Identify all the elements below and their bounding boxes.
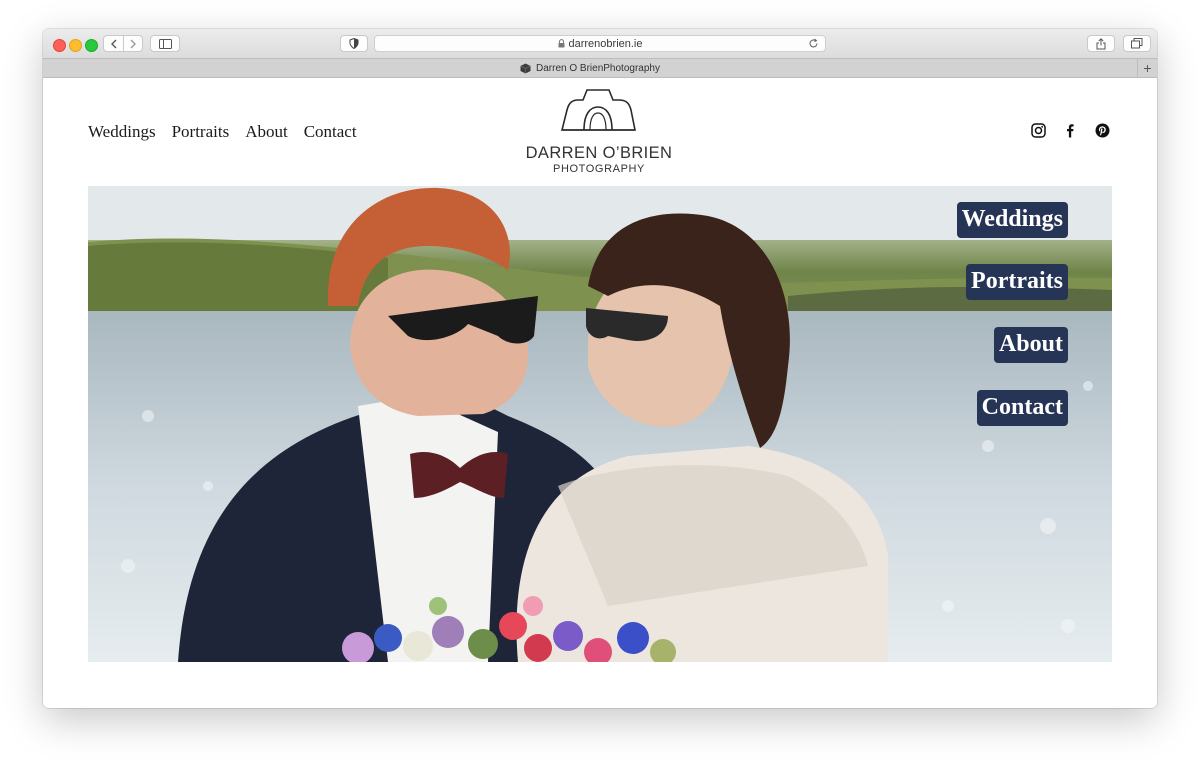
hero-image: Weddings Portraits About Contact xyxy=(88,186,1112,662)
share-icon xyxy=(1096,37,1106,49)
couple-photo-illustration xyxy=(88,186,1112,662)
url-text: darrenobrien.ie xyxy=(568,37,643,50)
address-bar[interactable]: darrenobrien.ie xyxy=(374,35,826,52)
web-page: Weddings Portraits About Contact DARREN … xyxy=(43,78,1157,708)
chevron-left-icon xyxy=(110,39,116,48)
tabs-icon xyxy=(1131,38,1143,49)
tab-darren-obrien[interactable]: Darren O BrienPhotography xyxy=(43,59,1137,77)
share-button[interactable] xyxy=(1087,35,1115,52)
minimize-window-button[interactable] xyxy=(69,39,82,52)
back-button[interactable] xyxy=(103,35,123,52)
pinterest-icon[interactable] xyxy=(1095,123,1110,138)
nav-portraits[interactable]: Portraits xyxy=(172,122,230,142)
logo-subtitle: PHOTOGRAPHY xyxy=(553,163,645,175)
new-tab-button[interactable]: + xyxy=(1137,59,1157,77)
nav-weddings[interactable]: Weddings xyxy=(88,122,156,142)
privacy-report-button[interactable] xyxy=(340,35,368,52)
close-window-button[interactable] xyxy=(53,39,66,52)
camera-logo-icon xyxy=(560,89,636,131)
nav-about[interactable]: About xyxy=(245,122,288,142)
forward-button[interactable] xyxy=(123,35,143,52)
instagram-icon[interactable] xyxy=(1031,123,1046,138)
site-logo[interactable]: DARREN O’BRIEN PHOTOGRAPHY xyxy=(524,88,674,178)
tab-bar: Darren O BrienPhotography + xyxy=(43,58,1157,78)
tab-overview-button[interactable] xyxy=(1123,35,1151,52)
hero-portraits-button[interactable]: Portraits xyxy=(966,264,1068,300)
shield-icon xyxy=(349,38,359,49)
reload-icon[interactable] xyxy=(808,38,819,49)
hero-about-button[interactable]: About xyxy=(993,327,1068,363)
social-links xyxy=(1031,123,1110,138)
nav-contact[interactable]: Contact xyxy=(304,122,357,142)
site-nav: Weddings Portraits About Contact xyxy=(88,122,357,142)
hero-weddings-button[interactable]: Weddings xyxy=(956,202,1068,238)
browser-toolbar: darrenobrien.ie xyxy=(43,29,1157,58)
sidebar-toggle-button[interactable] xyxy=(150,35,180,52)
tab-title: Darren O BrienPhotography xyxy=(536,62,660,74)
cube-favicon-icon xyxy=(520,63,531,74)
hero-contact-button[interactable]: Contact xyxy=(976,390,1068,426)
lock-icon xyxy=(558,39,565,48)
facebook-icon[interactable] xyxy=(1063,123,1078,138)
sidebar-icon xyxy=(158,38,172,49)
chevron-right-icon xyxy=(130,39,136,48)
logo-name: DARREN O’BRIEN xyxy=(525,144,673,162)
zoom-window-button[interactable] xyxy=(85,39,98,52)
browser-window: darrenobrien.ie Darren O BrienPhotograph… xyxy=(43,29,1157,708)
